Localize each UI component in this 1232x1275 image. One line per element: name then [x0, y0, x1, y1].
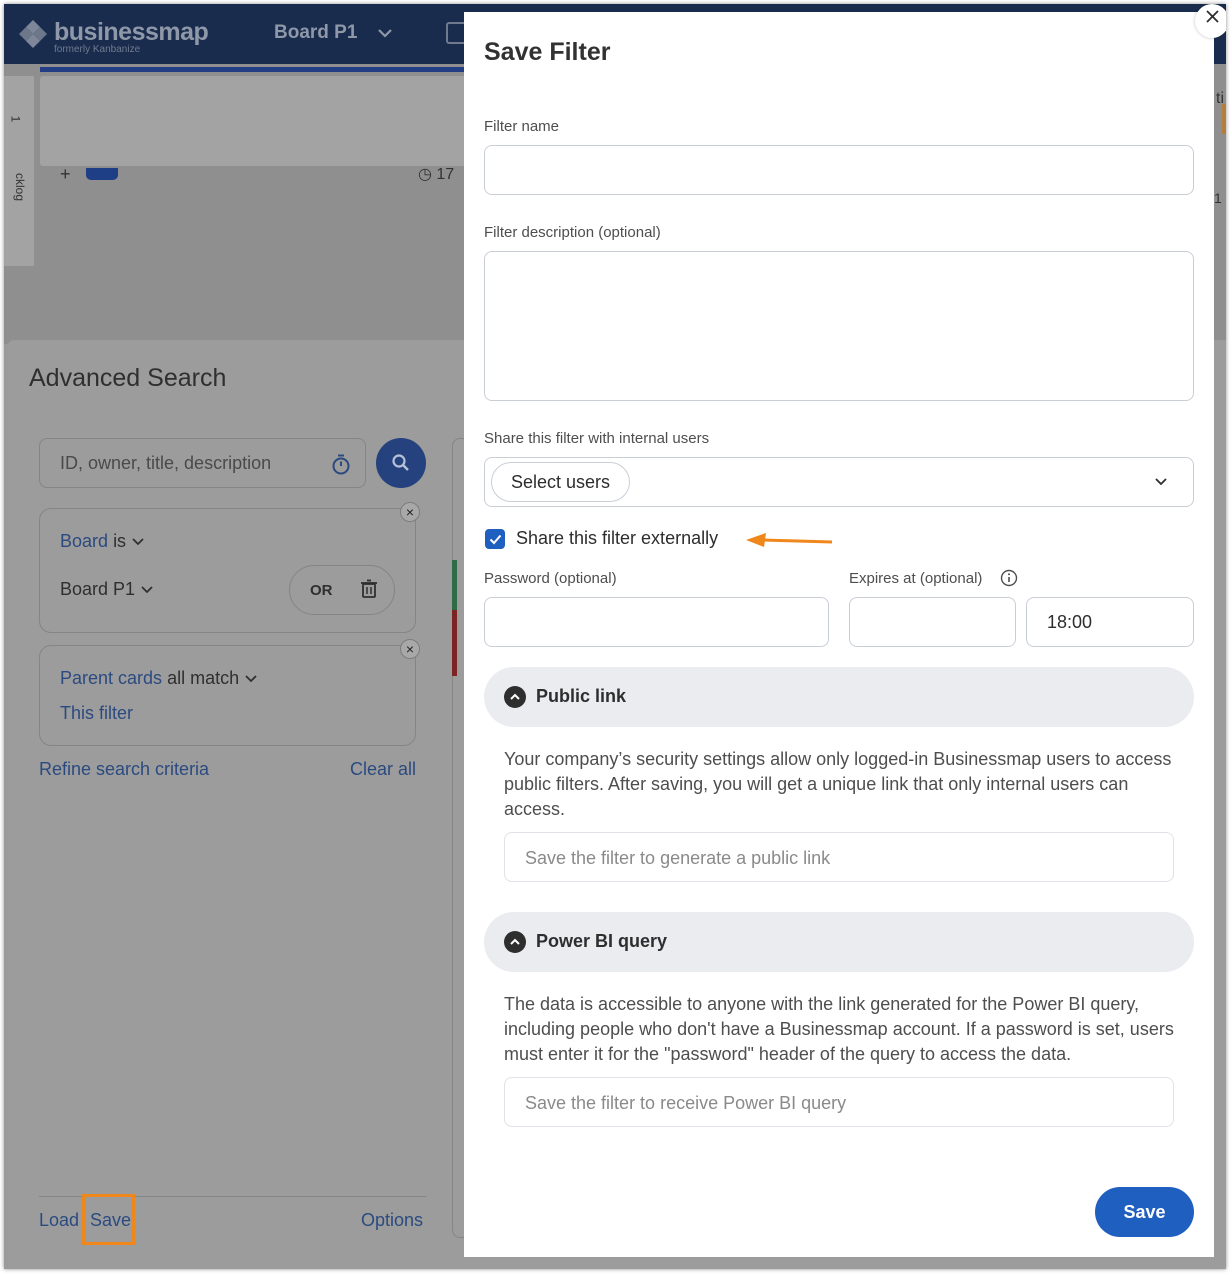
- criterion-board-value[interactable]: Board P1: [60, 579, 154, 600]
- power-bi-section-header[interactable]: Power BI query: [484, 912, 1194, 972]
- public-link-placeholder: Save the filter to generate a public lin…: [525, 848, 831, 868]
- cycle-time-indicator: ◷ 17: [418, 166, 455, 183]
- search-box[interactable]: [39, 438, 366, 488]
- share-externally-checkbox[interactable]: [485, 529, 505, 549]
- brand-subtitle: formerly Kanbanize: [54, 44, 141, 55]
- options-link[interactable]: Options: [361, 1210, 423, 1231]
- collapse-icon: [504, 686, 526, 708]
- chevron-down-icon: [132, 538, 144, 546]
- stopwatch-icon[interactable]: [330, 453, 352, 475]
- search-input[interactable]: [60, 453, 320, 474]
- screenshot-frame: businessmap formerly Kanbanize Board P1 …: [4, 4, 1226, 1269]
- criterion-board-header[interactable]: Board is: [60, 531, 145, 552]
- share-internal-label: Share this filter with internal users: [484, 430, 710, 447]
- expires-date-input[interactable]: [849, 597, 1016, 647]
- or-button[interactable]: OR: [310, 582, 333, 599]
- filter-description-label: Filter description (optional): [484, 224, 661, 241]
- collapse-icon: [504, 931, 526, 953]
- board-switcher-label[interactable]: Board P1: [274, 22, 357, 44]
- lane-name: cklog: [13, 172, 28, 202]
- select-users-button[interactable]: Select users: [491, 462, 630, 502]
- password-input[interactable]: [484, 597, 829, 647]
- criterion-parent-header[interactable]: Parent cards all match: [60, 668, 258, 689]
- lane-tab: [4, 76, 34, 266]
- or-trash-group: OR: [289, 565, 395, 615]
- close-icon: [1206, 10, 1219, 23]
- power-bi-placeholder: Save the filter to receive Power BI quer…: [525, 1093, 847, 1113]
- chevron-down-icon[interactable]: [1153, 474, 1169, 490]
- column-count-fragment: 1: [1214, 190, 1222, 206]
- close-button[interactable]: [1195, 4, 1226, 38]
- criterion-operator: all match: [167, 668, 240, 688]
- remove-criterion-icon[interactable]: ×: [400, 639, 420, 659]
- trash-icon[interactable]: [360, 579, 378, 599]
- criterion-parent-cards: [39, 645, 416, 746]
- load-link[interactable]: Load: [39, 1210, 79, 1231]
- filter-name-input[interactable]: [484, 145, 1194, 195]
- advanced-search-title: Advanced Search: [29, 364, 227, 392]
- modal-title: Save Filter: [484, 38, 611, 66]
- filter-description-input[interactable]: [484, 251, 1194, 401]
- add-card-button[interactable]: [86, 168, 118, 180]
- businessmap-logo-icon: [19, 20, 47, 48]
- search-button[interactable]: [376, 438, 426, 488]
- clear-all-link[interactable]: Clear all: [350, 759, 416, 780]
- power-bi-query-field[interactable]: Save the filter to receive Power BI quer…: [504, 1077, 1174, 1127]
- power-bi-description: The data is accessible to anyone with th…: [504, 994, 1174, 1064]
- public-link-section-header[interactable]: Public link: [484, 667, 1194, 727]
- save-link-highlight-box: [82, 1194, 135, 1245]
- criterion-parent-value[interactable]: This filter: [60, 703, 133, 724]
- refine-search-link[interactable]: Refine search criteria: [39, 759, 209, 780]
- criterion-operator: is: [113, 531, 127, 551]
- public-link-description: Your company’s security settings allow o…: [504, 749, 1172, 819]
- lane-number: 1: [8, 115, 23, 123]
- brand-name: businessmap: [54, 18, 209, 46]
- power-bi-title: Power BI query: [536, 931, 668, 951]
- status-marker: [1222, 104, 1226, 134]
- search-icon: [392, 454, 409, 471]
- filter-name-label: Filter name: [484, 118, 560, 135]
- add-card-icon[interactable]: +: [60, 164, 71, 185]
- expires-time-input[interactable]: [1026, 597, 1194, 647]
- password-label: Password (optional): [484, 570, 617, 587]
- card-color-strip: [452, 610, 457, 676]
- public-link-field[interactable]: Save the filter to generate a public lin…: [504, 832, 1174, 882]
- chevron-down-icon[interactable]: [376, 24, 394, 42]
- criterion-field: Parent cards: [60, 668, 163, 688]
- workflow-header-strip: [40, 67, 470, 72]
- save-button[interactable]: Save: [1095, 1187, 1194, 1237]
- annotation-arrow-icon: [746, 533, 833, 547]
- expires-label: Expires at (optional): [849, 570, 983, 587]
- checkmark-icon: [489, 534, 502, 545]
- chevron-down-icon: [245, 675, 257, 683]
- cycle-time-value: 17: [436, 166, 455, 183]
- public-link-title: Public link: [536, 686, 627, 706]
- chevron-down-icon: [141, 586, 153, 594]
- remove-criterion-icon[interactable]: ×: [400, 502, 420, 522]
- criterion-value: Board P1: [60, 579, 136, 599]
- criterion-field: Board: [60, 531, 109, 551]
- info-icon[interactable]: [1000, 569, 1018, 587]
- card-color-strip: [452, 560, 457, 610]
- board-column: [40, 76, 470, 166]
- users-select[interactable]: Select users: [484, 457, 1194, 507]
- share-externally-label[interactable]: Share this filter externally: [516, 528, 718, 549]
